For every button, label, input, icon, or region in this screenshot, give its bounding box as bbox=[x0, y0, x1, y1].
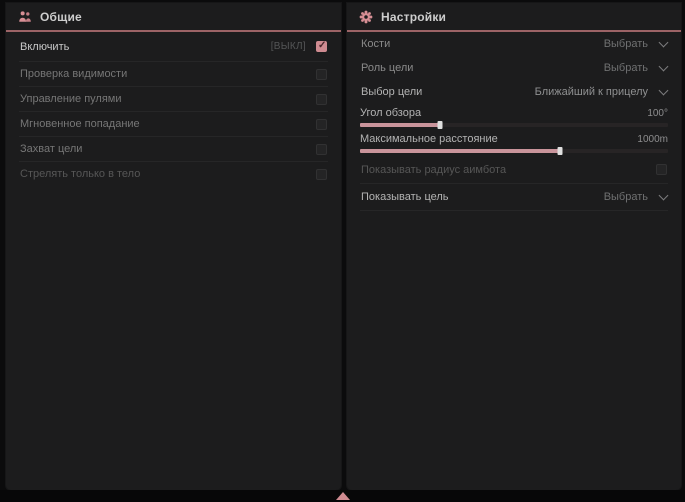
row-visibility-check[interactable]: Проверка видимости bbox=[19, 62, 328, 87]
slider-fill bbox=[360, 123, 440, 127]
menu-toggle-arrow-icon[interactable] bbox=[336, 492, 350, 500]
instant-hit-checkbox[interactable] bbox=[316, 119, 327, 130]
chevron-down-icon bbox=[659, 191, 669, 201]
target-lock-checkbox[interactable] bbox=[316, 144, 327, 155]
max-distance-value: 1000m bbox=[637, 134, 668, 145]
row-fov: Угол обзора 100° bbox=[360, 104, 668, 130]
row-show-target[interactable]: Показывать цель Выбрать bbox=[360, 184, 668, 211]
row-target-lock[interactable]: Захват цели bbox=[19, 137, 328, 162]
max-distance-slider[interactable] bbox=[360, 149, 668, 153]
settings-rows: Кости Выбрать Роль цели Выбрать Выбор це… bbox=[347, 32, 681, 211]
row-label: Показывать цель bbox=[361, 191, 449, 203]
hotkey-state[interactable]: [ВЫКЛ] bbox=[271, 41, 306, 52]
row-enable[interactable]: Включить [ВЫКЛ] bbox=[19, 32, 328, 62]
enable-checkbox[interactable] bbox=[316, 41, 327, 52]
show-target-dropdown[interactable]: Выбрать bbox=[604, 191, 667, 203]
panel-general-header: Общие bbox=[6, 3, 341, 30]
panel-settings: Настройки Кости Выбрать Роль цели Выбрат… bbox=[347, 3, 681, 490]
row-label: Выбор цели bbox=[361, 86, 422, 98]
dropdown-value: Выбрать bbox=[604, 38, 648, 50]
slider-handle[interactable] bbox=[438, 121, 443, 129]
bones-dropdown[interactable]: Выбрать bbox=[604, 38, 667, 50]
row-target-role[interactable]: Роль цели Выбрать bbox=[360, 56, 668, 80]
body-only-checkbox[interactable] bbox=[316, 169, 327, 180]
dropdown-value: Выбрать bbox=[604, 62, 648, 74]
bullet-control-checkbox[interactable] bbox=[316, 94, 327, 105]
row-label: Роль цели bbox=[361, 62, 413, 74]
row-max-distance: Максимальное расстояние 1000m bbox=[360, 130, 668, 156]
row-label: Угол обзора bbox=[360, 107, 421, 119]
row-label: Показывать радиус аимбота bbox=[361, 164, 506, 176]
general-rows: Включить [ВЫКЛ] Проверка видимости Управ… bbox=[6, 32, 341, 186]
chevron-down-icon bbox=[659, 38, 669, 48]
row-label: Максимальное расстояние bbox=[360, 133, 498, 145]
users-icon bbox=[18, 10, 32, 24]
slider-fill bbox=[360, 149, 560, 153]
dropdown-value: Ближайший к прицелу bbox=[535, 86, 648, 98]
row-label: Управление пулями bbox=[20, 93, 122, 105]
row-label: Мгновенное попадание bbox=[20, 118, 140, 130]
show-aim-radius-checkbox[interactable] bbox=[656, 164, 667, 175]
row-label: Включить bbox=[20, 41, 69, 53]
row-label: Стрелять только в тело bbox=[20, 168, 140, 180]
fov-slider[interactable] bbox=[360, 123, 668, 127]
row-instant-hit[interactable]: Мгновенное попадание bbox=[19, 112, 328, 137]
target-selection-dropdown[interactable]: Ближайший к прицелу bbox=[535, 86, 667, 98]
chevron-down-icon bbox=[659, 62, 669, 72]
panel-settings-title: Настройки bbox=[381, 10, 446, 24]
row-label: Кости bbox=[361, 38, 390, 50]
dropdown-value: Выбрать bbox=[604, 191, 648, 203]
target-role-dropdown[interactable]: Выбрать bbox=[604, 62, 667, 74]
row-label: Захват цели bbox=[20, 143, 82, 155]
row-label: Проверка видимости bbox=[20, 68, 127, 80]
chevron-down-icon bbox=[659, 86, 669, 96]
panel-general-title: Общие bbox=[40, 10, 82, 24]
row-body-only[interactable]: Стрелять только в тело bbox=[19, 162, 328, 186]
fov-value: 100° bbox=[647, 108, 668, 119]
slider-handle[interactable] bbox=[558, 147, 563, 155]
row-show-aim-radius[interactable]: Показывать радиус аимбота bbox=[360, 156, 668, 184]
panel-general: Общие Включить [ВЫКЛ] Проверка видимости… bbox=[6, 3, 341, 490]
row-bones[interactable]: Кости Выбрать bbox=[360, 32, 668, 56]
row-bullet-control[interactable]: Управление пулями bbox=[19, 87, 328, 112]
panel-settings-header: Настройки bbox=[347, 3, 681, 30]
gear-icon bbox=[359, 10, 373, 24]
visibility-check-checkbox[interactable] bbox=[316, 69, 327, 80]
row-target-selection[interactable]: Выбор цели Ближайший к прицелу bbox=[360, 80, 668, 104]
